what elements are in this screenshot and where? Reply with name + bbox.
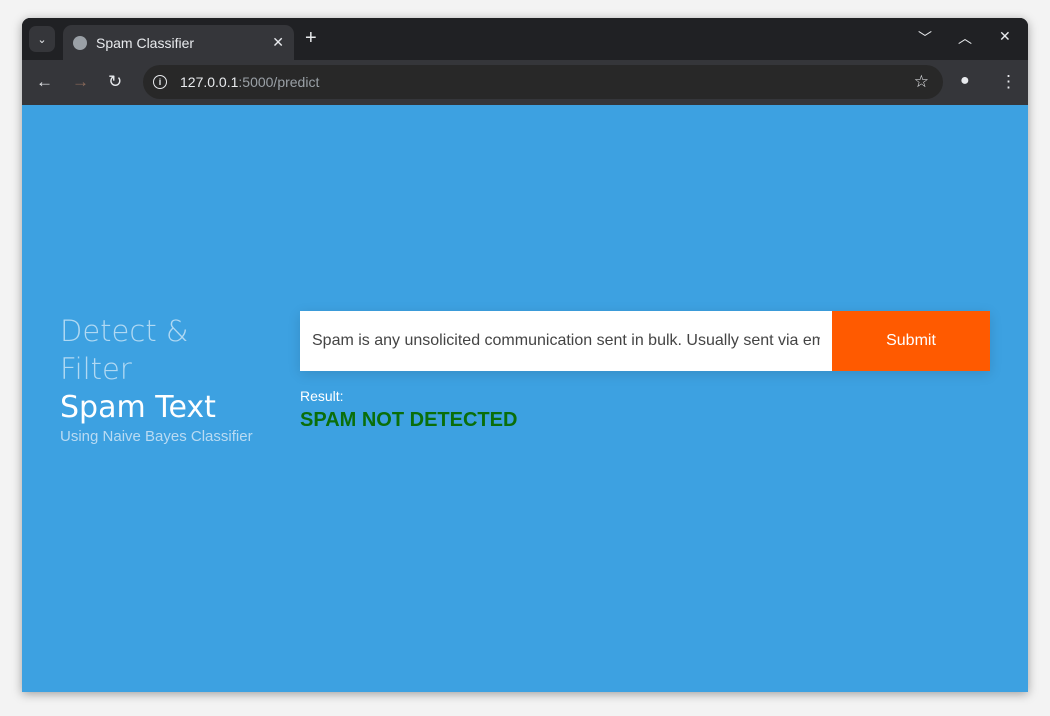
url-host: 127.0.0.1 — [180, 74, 239, 90]
menu-icon[interactable]: ⋮ — [1000, 72, 1017, 92]
address-bar[interactable]: i 127.0.0.1:5000/predict ☆ — [143, 65, 943, 99]
profile-icon[interactable]: ● — [960, 72, 970, 90]
tab-search-button[interactable]: ⌄ — [29, 26, 55, 52]
bookmark-star-icon[interactable]: ☆ — [914, 72, 929, 92]
tab-bar: ⌄ Spam Classifier ✕ + ﹀ ︿ ✕ — [22, 18, 1028, 60]
hero-text: Detect & Filter Spam Text Using Naive Ba… — [60, 312, 253, 445]
result-label: Result: — [300, 388, 344, 404]
result-value: SPAM NOT DETECTED — [300, 409, 518, 431]
tab-spam-classifier[interactable]: Spam Classifier ✕ — [63, 25, 294, 60]
close-tab-icon[interactable]: ✕ — [272, 34, 284, 51]
hero-line-3: Spam Text — [60, 390, 216, 425]
page-content: Detect & Filter Spam Text Using Naive Ba… — [22, 105, 1028, 692]
tab-title: Spam Classifier — [96, 34, 195, 51]
globe-icon — [73, 35, 87, 50]
message-input[interactable] — [300, 311, 832, 371]
close-window-icon[interactable]: ✕ — [999, 28, 1011, 45]
predict-form: Submit — [300, 311, 990, 371]
back-icon[interactable]: ← — [36, 72, 53, 92]
site-info-icon[interactable]: i — [153, 75, 167, 89]
reload-icon[interactable]: ↻ — [108, 72, 122, 92]
minimize-icon[interactable]: ﹀ — [918, 28, 932, 48]
forward-icon[interactable]: → — [72, 72, 89, 92]
maximize-icon[interactable]: ︿ — [958, 28, 972, 48]
new-tab-button[interactable]: + — [305, 27, 317, 50]
hero-subtitle: Using Naive Bayes Classifier — [60, 428, 253, 445]
hero-line-2: Filter — [60, 352, 132, 386]
submit-button[interactable]: Submit — [832, 311, 990, 371]
hero-line-1: Detect & — [60, 314, 189, 348]
browser-window: ⌄ Spam Classifier ✕ + ﹀ ︿ ✕ ← → ↻ i 127.… — [22, 18, 1028, 692]
toolbar: ← → ↻ i 127.0.0.1:5000/predict ☆ ● ⋮ — [22, 60, 1028, 105]
url-path: :5000/predict — [238, 74, 320, 90]
